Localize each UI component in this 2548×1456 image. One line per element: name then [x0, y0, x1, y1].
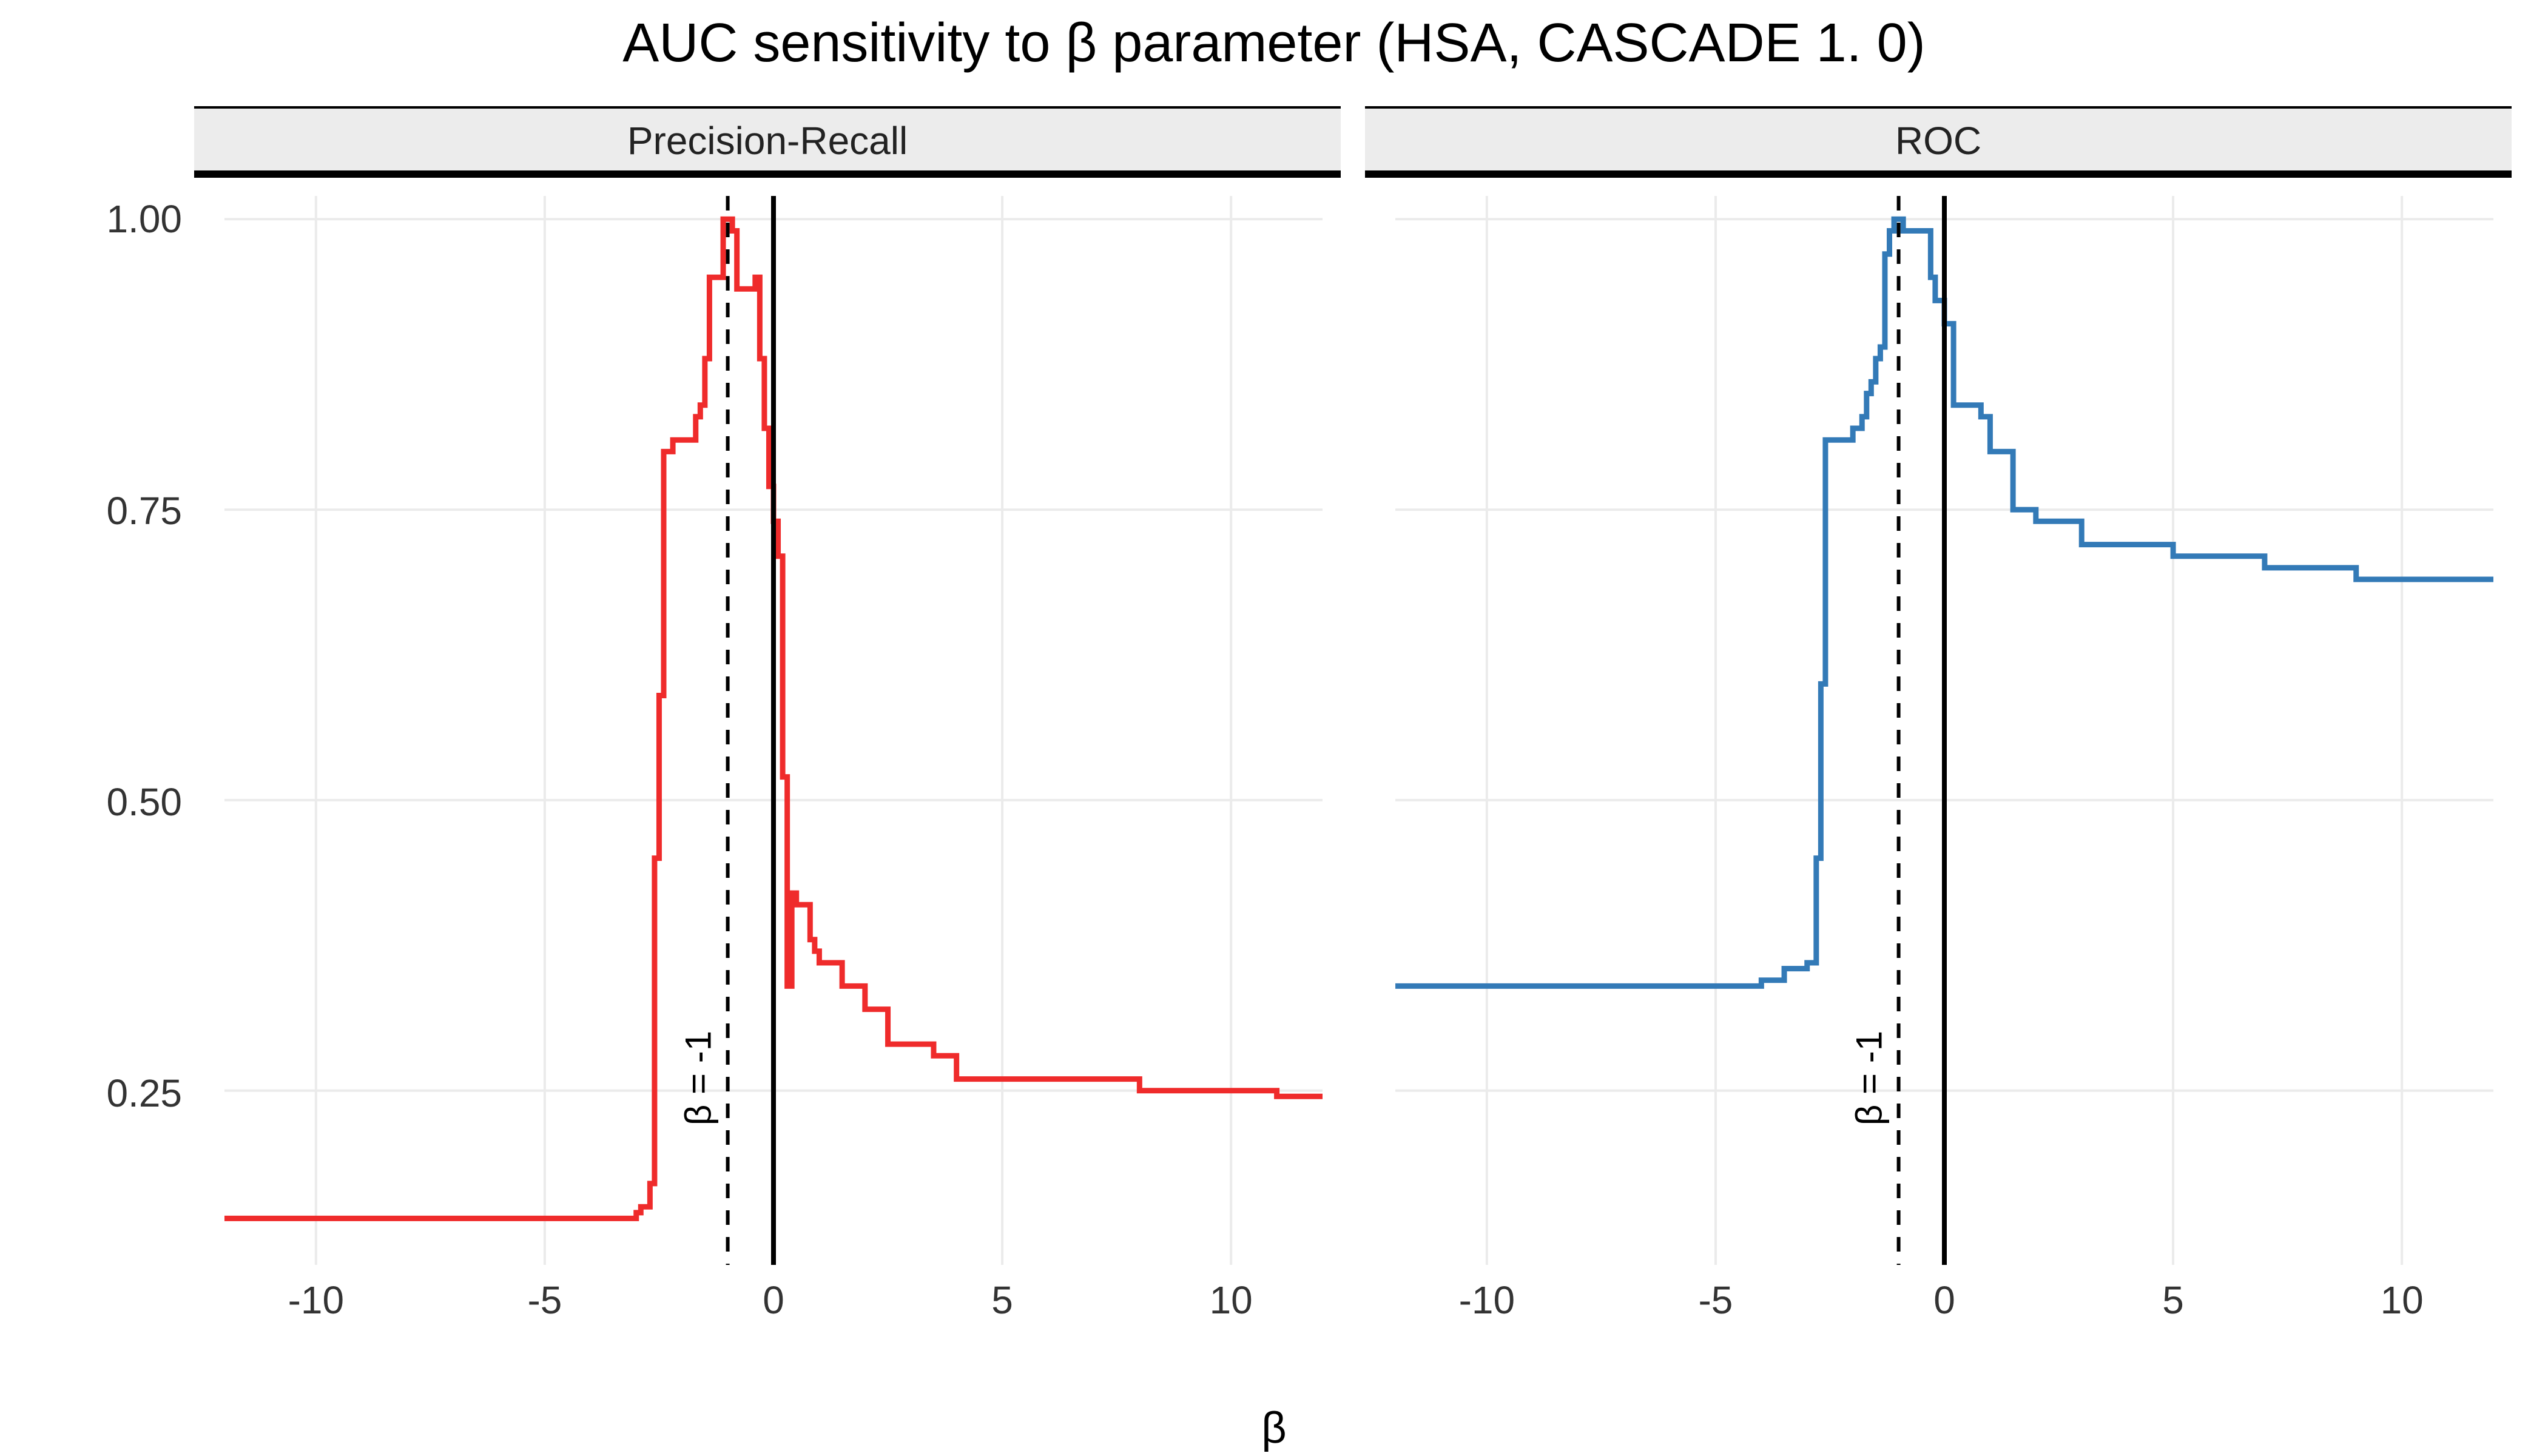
svg-text:-5: -5 [1698, 1278, 1733, 1322]
svg-text:β = -1: β = -1 [1849, 1031, 1890, 1125]
svg-text:10: 10 [2381, 1278, 2424, 1322]
panel-roc: ROC β = -1 -10 -5 0 5 10 [1365, 106, 2512, 1356]
y-tick-label: 1.00 [106, 197, 182, 241]
svg-text:0: 0 [763, 1278, 784, 1322]
y-tick-label: 0.75 [106, 488, 182, 533]
x-axis-label: β [0, 1403, 2548, 1453]
chart-title: AUC sensitivity to β parameter (HSA, CAS… [0, 12, 2548, 75]
svg-text:5: 5 [991, 1278, 1013, 1322]
svg-text:-10: -10 [1459, 1278, 1515, 1322]
svg-text:-10: -10 [288, 1278, 345, 1322]
panel-pr: Precision-Recall β = -1 -10 -5 0 5 10 [194, 106, 1341, 1356]
y-tick-label: 0.50 [106, 780, 182, 824]
facet-strip-pr: Precision-Recall [194, 106, 1341, 178]
svg-text:β = -1: β = -1 [678, 1031, 719, 1125]
svg-text:0: 0 [1933, 1278, 1955, 1322]
svg-text:-5: -5 [527, 1278, 562, 1322]
plot-area-pr: β = -1 -10 -5 0 5 10 [194, 178, 1341, 1359]
facet-strip-roc: ROC [1365, 106, 2512, 178]
svg-text:10: 10 [1210, 1278, 1253, 1322]
facet-panels: Precision-Recall β = -1 -10 -5 0 5 10 ROC β =… [194, 106, 2512, 1356]
plot-area-roc: β = -1 -10 -5 0 5 10 [1365, 178, 2512, 1359]
svg-text:5: 5 [2162, 1278, 2184, 1322]
y-tick-label: 0.25 [106, 1071, 182, 1116]
